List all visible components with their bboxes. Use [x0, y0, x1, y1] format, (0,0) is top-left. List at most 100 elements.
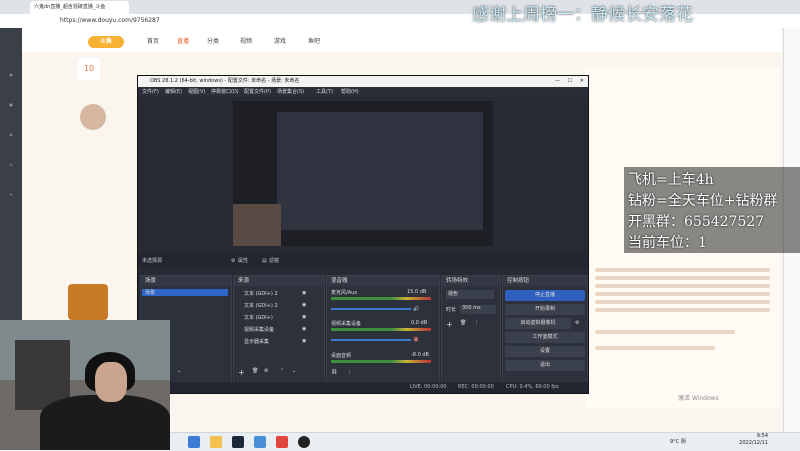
menu-tools[interactable]: 工具(T): [316, 87, 333, 97]
eye-icon[interactable]: ◉: [302, 314, 306, 320]
thanks-banner: 感谢上周榜一：静候长安落花: [472, 5, 693, 25]
volume-slider[interactable]: [331, 308, 411, 310]
info-line: 当前车位：1: [628, 235, 707, 251]
steam-icon[interactable]: [232, 436, 244, 448]
eye-icon[interactable]: ◉: [302, 290, 306, 296]
menu-edit[interactable]: 编辑(E): [165, 87, 182, 97]
menu-file[interactable]: 文件(F): [142, 87, 159, 97]
source-item[interactable]: 文本 (GDI+): [244, 314, 273, 321]
volume-slider[interactable]: [331, 339, 411, 341]
close-icon[interactable]: ✕: [580, 76, 584, 87]
more-icon[interactable]: ⋮: [474, 320, 479, 326]
transition-select[interactable]: 褪色: [446, 290, 494, 299]
studio-mode-button[interactable]: 工作室模式: [505, 332, 585, 343]
sources-dock: 来源 文本 (GDI+) 2 文本 (GDI+) 2 文本 (GDI+) 视频采…: [233, 275, 325, 385]
menu-help[interactable]: 帮助(H): [341, 87, 359, 97]
taskbar: 9°C 阴: [170, 432, 800, 451]
url-text[interactable]: https://www.douyu.com/9756287: [60, 16, 160, 26]
source-item[interactable]: 文本 (GDI+) 2: [244, 302, 278, 309]
nav-home[interactable]: 首页: [147, 36, 159, 45]
chat-message: [595, 284, 770, 288]
trash-icon[interactable]: 🗑: [252, 368, 258, 374]
site-header: 首页 直播 分类 视频 游戏 鱼吧: [22, 28, 782, 52]
mute-icon[interactable]: 🔇: [413, 337, 419, 343]
streamer-avatar[interactable]: [80, 104, 106, 130]
menu-docks[interactable]: 停靠窗口(D): [211, 87, 239, 97]
mixer-channel-db: 15.0 dB: [407, 289, 427, 295]
obs-title: OBS 28.1.2 (64-bit, windows) - 配置文件: 未命名…: [150, 78, 300, 84]
nav-video[interactable]: 视频: [240, 36, 252, 45]
chat-message: [595, 276, 770, 280]
obs-titlebar: OBS 28.1.2 (64-bit, windows) - 配置文件: 未命名…: [138, 76, 588, 87]
menu-view[interactable]: 视图(V): [188, 87, 205, 97]
gear-icon[interactable]: ⚙: [264, 368, 268, 374]
trash-icon[interactable]: 🗑: [460, 320, 466, 326]
add-icon[interactable]: +: [238, 368, 245, 377]
rec-status: REC: 00:00:00: [458, 384, 494, 390]
add-icon[interactable]: +: [446, 320, 453, 329]
scene-item[interactable]: 场景: [142, 289, 228, 296]
eye-icon[interactable]: ◉: [302, 302, 306, 308]
eye-icon[interactable]: ◉: [302, 338, 306, 344]
duration-input[interactable]: 300 ms: [460, 305, 496, 314]
start-recording-button[interactable]: 开始录制: [505, 304, 585, 315]
sidebar-icon[interactable]: ◈: [3, 128, 19, 142]
sidebar-icon[interactable]: ▣: [3, 98, 19, 112]
folder-icon[interactable]: [210, 436, 222, 448]
source-item[interactable]: 文本 (GDI+) 2: [244, 290, 278, 297]
obs-icon[interactable]: [298, 436, 310, 448]
chevron-down-icon[interactable]: ⌄: [292, 368, 296, 374]
filter-icon[interactable]: ▤: [262, 254, 267, 268]
info-line: 钻粉=全天车位+钻粉群: [628, 193, 778, 209]
edge-icon[interactable]: [188, 436, 200, 448]
audio-meter: [331, 297, 431, 300]
weather-text[interactable]: 9°C 阴: [670, 438, 686, 445]
chevron-up-icon[interactable]: ⌃: [280, 368, 284, 374]
streamer-body: [40, 395, 170, 450]
eye-icon[interactable]: ◉: [302, 326, 306, 332]
controls-title: 控制按钮: [503, 276, 587, 286]
level-badge: 10: [78, 58, 100, 80]
browser-tab[interactable]: 六鬼dn直播_超含混破直播_斗鱼: [30, 1, 129, 14]
virtual-camera-button[interactable]: 启动虚拟摄像机: [505, 318, 571, 329]
gear-icon[interactable]: ⚙: [575, 320, 579, 326]
site-logo[interactable]: 斗鱼: [88, 36, 124, 48]
obs-window: OBS 28.1.2 (64-bit, windows) - 配置文件: 未命名…: [137, 75, 589, 394]
source-item[interactable]: 显示器采集: [244, 338, 269, 345]
streamer-face: [95, 362, 127, 402]
sidebar-icon[interactable]: ◉: [3, 68, 19, 82]
nav-category[interactable]: 分类: [207, 36, 219, 45]
link-icon[interactable]: ⛓: [331, 369, 337, 375]
nav-live[interactable]: 直播: [177, 36, 189, 45]
properties-button[interactable]: 属性: [238, 254, 248, 268]
no-source-label: 未选择源: [142, 258, 163, 264]
stop-streaming-button[interactable]: 停止直播: [505, 290, 585, 301]
douyu-icon[interactable]: [276, 436, 288, 448]
store-icon[interactable]: [254, 436, 266, 448]
maximize-icon[interactable]: ☐: [568, 76, 572, 87]
obs-status-bar: LIVE: 00:00:00 REC: 00:00:00 CPU: 0.4%, …: [138, 382, 588, 393]
chevron-down-icon[interactable]: ⌄: [177, 368, 181, 374]
gear-icon[interactable]: ⚙: [231, 254, 235, 268]
filters-button[interactable]: 滤镜: [269, 254, 279, 268]
sidebar-icon[interactable]: ✦: [3, 188, 19, 202]
sidebar-icon[interactable]: ◎: [3, 158, 19, 172]
gift-card[interactable]: [68, 284, 108, 320]
clock[interactable]: 9:54 2022/12/11: [738, 433, 768, 447]
more-icon[interactable]: ⋮: [347, 369, 352, 375]
chat-message: [595, 308, 770, 312]
settings-button[interactable]: 设置: [505, 346, 585, 357]
speaker-icon[interactable]: 🔊: [413, 306, 419, 312]
exit-button[interactable]: 退出: [505, 360, 585, 371]
nav-game[interactable]: 游戏: [274, 36, 286, 45]
clock-date: 2022/12/11: [739, 440, 768, 446]
menu-scene-collection[interactable]: 场景集合(S): [277, 87, 304, 97]
nav-fishbar[interactable]: 鱼吧: [308, 36, 320, 45]
info-line: 飞机=上车4h: [628, 172, 714, 188]
minimize-icon[interactable]: —: [555, 76, 560, 87]
mixer-channel-db: -8.0 dB: [411, 352, 429, 358]
live-status: LIVE: 00:00:00: [410, 384, 447, 390]
source-item[interactable]: 视频采集设备: [244, 326, 274, 333]
menu-profile[interactable]: 配置文件(P): [244, 87, 271, 97]
mixer-channel-db: 0.0 dB: [411, 320, 428, 326]
